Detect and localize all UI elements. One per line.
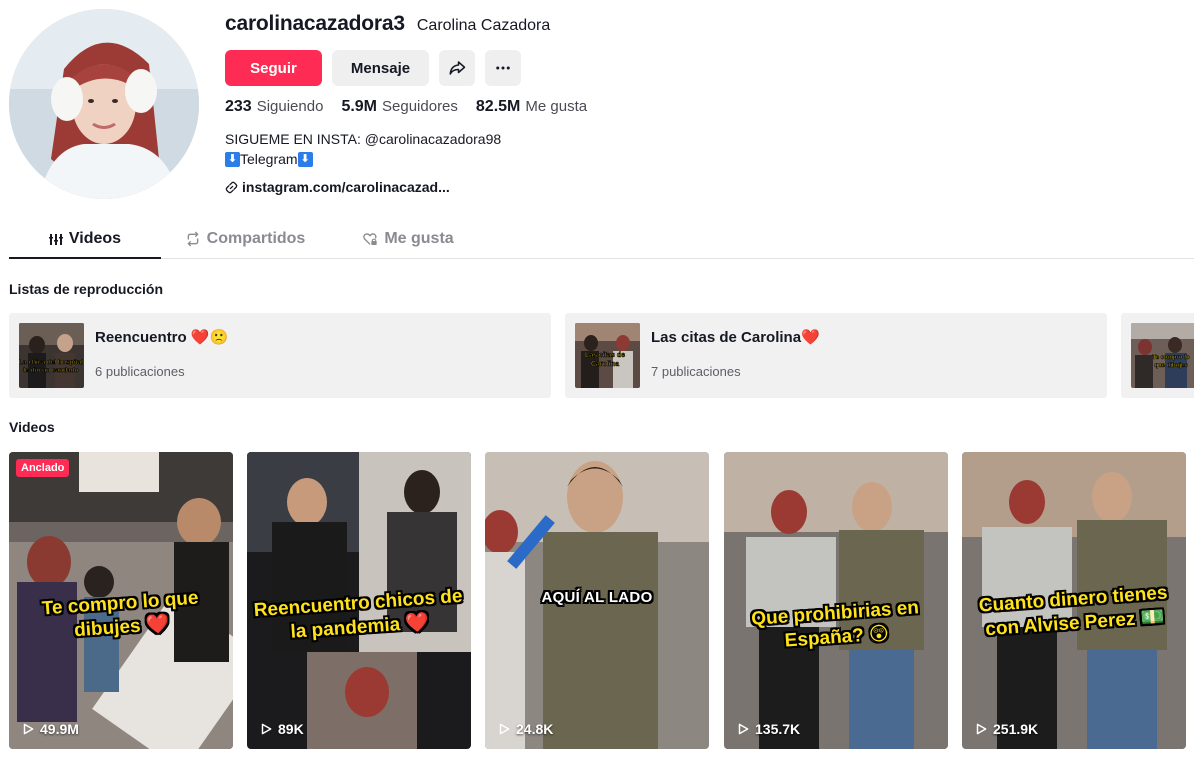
- tab-liked[interactable]: Me gusta: [329, 220, 487, 258]
- svg-text:La chica del hospital: La chica del hospital: [19, 359, 83, 366]
- view-count-value: 135.7K: [755, 721, 801, 737]
- share-button[interactable]: [439, 50, 475, 86]
- play-icon: [499, 723, 510, 735]
- video-caption: AQUÍ AL LADO: [541, 589, 653, 606]
- stat-following-value: 233: [225, 98, 252, 115]
- tab-shared[interactable]: Compartidos: [161, 220, 329, 258]
- view-count: 89K: [259, 721, 304, 737]
- video-card[interactable]: AQUÍ AL LADO 24.8K: [485, 452, 709, 749]
- playlist-name: Las citas de Carolina❤️: [651, 329, 820, 346]
- svg-text:Las citas de: Las citas de: [585, 352, 625, 359]
- profile-bio: SIGUEME EN INSTA: @carolinacazadora98 ⬇ …: [225, 129, 587, 169]
- view-count: 135.7K: [736, 721, 800, 737]
- playlists-row: La chica del hospital le dio un candado …: [9, 313, 1194, 398]
- stat-followers-value: 5.9M: [341, 98, 378, 115]
- svg-text:que dibujes: que dibujes: [1154, 363, 1188, 369]
- stat-likes-label: Me gusta: [525, 98, 588, 115]
- profile-stats: 233 Siguiendo 5.9M Seguidores 82.5M Me gust…: [225, 98, 587, 116]
- link-icon: [225, 181, 238, 193]
- play-icon: [976, 723, 987, 735]
- play-icon: [23, 723, 34, 735]
- view-count-value: 49.9M: [40, 721, 79, 737]
- pinned-badge: Anclado: [16, 459, 70, 477]
- playlist-thumbnail: Te compro lo que dibujes: [1131, 323, 1194, 388]
- svg-text:le dio un candado: le dio un candado: [23, 367, 78, 374]
- view-count-value: 24.8K: [516, 721, 554, 737]
- view-count-value: 251.9K: [993, 721, 1039, 737]
- message-button[interactable]: Mensaje: [332, 50, 429, 86]
- videos-heading: Videos: [9, 419, 55, 435]
- down-arrow-icon: ⬇: [225, 151, 240, 167]
- more-options-button[interactable]: [485, 50, 521, 86]
- playlist-count: 7 publicaciones: [651, 364, 741, 379]
- view-count: 251.9K: [974, 721, 1038, 737]
- playlist-card[interactable]: Las citas de Carolina Las citas de Carol…: [565, 313, 1107, 398]
- bio-line-telegram: ⬇ Telegram ⬇: [225, 149, 587, 169]
- stat-following[interactable]: 233 Siguiendo: [225, 98, 323, 116]
- bio-line-insta: SIGUEME EN INSTA: @carolinacazadora98: [225, 131, 502, 147]
- username: carolinacazadora3: [225, 12, 405, 35]
- nickname: Carolina Cazadora: [416, 17, 551, 34]
- more-dots-icon: [496, 66, 510, 70]
- playlist-thumbnail: Las citas de Carolina: [575, 323, 640, 388]
- share-icon: [449, 61, 466, 75]
- playlist-name: Reencuentro ❤️🙁: [95, 329, 229, 346]
- play-icon: [261, 723, 272, 735]
- profile-info: carolinacazadora3 Carolina Cazadora Segu…: [225, 12, 587, 195]
- videos-grid: Anclado Te compro lo que dibujes ❤️ 49.9…: [9, 452, 1189, 749]
- playlists-heading: Listas de reproducción: [9, 281, 164, 297]
- tab-liked-label: Me gusta: [384, 230, 454, 247]
- playlist-thumbnail: La chica del hospital le dio un candado: [19, 323, 84, 388]
- follow-button[interactable]: Seguir: [225, 50, 322, 86]
- svg-text:Te compro lo: Te compro lo: [1152, 355, 1190, 361]
- view-count: 49.9M: [21, 721, 79, 737]
- playlist-card[interactable]: Te compro lo que dibujes: [1121, 313, 1194, 398]
- playlist-card[interactable]: La chica del hospital le dio un candado …: [9, 313, 551, 398]
- bio-telegram-text: Telegram: [240, 151, 298, 167]
- video-card[interactable]: Que prohibirias en España? 😲 135.7K: [724, 452, 948, 749]
- tab-shared-label: Compartidos: [206, 230, 306, 247]
- bio-link-text: instagram.com/carolinacazad...: [242, 179, 450, 195]
- stat-followers-label: Seguidores: [382, 98, 458, 115]
- grid-bars-icon: [48, 234, 63, 245]
- video-card[interactable]: Anclado Te compro lo que dibujes ❤️ 49.9…: [9, 452, 233, 749]
- stat-followers[interactable]: 5.9M Seguidores: [341, 98, 457, 116]
- bio-link[interactable]: instagram.com/carolinacazad...: [225, 179, 587, 195]
- tab-videos-label: Videos: [68, 230, 122, 247]
- profile-avatar[interactable]: [9, 9, 199, 199]
- stat-likes-value: 82.5M: [475, 98, 521, 115]
- heart-lock-icon: [363, 233, 377, 245]
- view-count: 24.8K: [497, 721, 553, 737]
- svg-text:Carolina: Carolina: [591, 361, 619, 368]
- tab-videos[interactable]: Videos: [9, 220, 161, 259]
- view-count-value: 89K: [278, 721, 304, 737]
- stat-following-label: Siguiendo: [256, 98, 324, 115]
- action-buttons: Seguir Mensaje: [225, 50, 587, 86]
- profile-tabs: Videos Compartidos Me gusta: [9, 220, 1194, 259]
- playlist-count: 6 publicaciones: [95, 364, 185, 379]
- down-arrow-icon: ⬇: [297, 151, 313, 167]
- play-icon: [738, 723, 749, 735]
- name-row: carolinacazadora3 Carolina Cazadora: [225, 12, 587, 36]
- video-card[interactable]: Cuanto dinero tienes con Alvise Perez 💵 …: [962, 452, 1186, 749]
- video-card[interactable]: Reencuentro chicos de la pandemia ❤️ 89K: [247, 452, 471, 749]
- stat-likes: 82.5M Me gusta: [476, 98, 587, 116]
- repost-icon: [187, 231, 198, 247]
